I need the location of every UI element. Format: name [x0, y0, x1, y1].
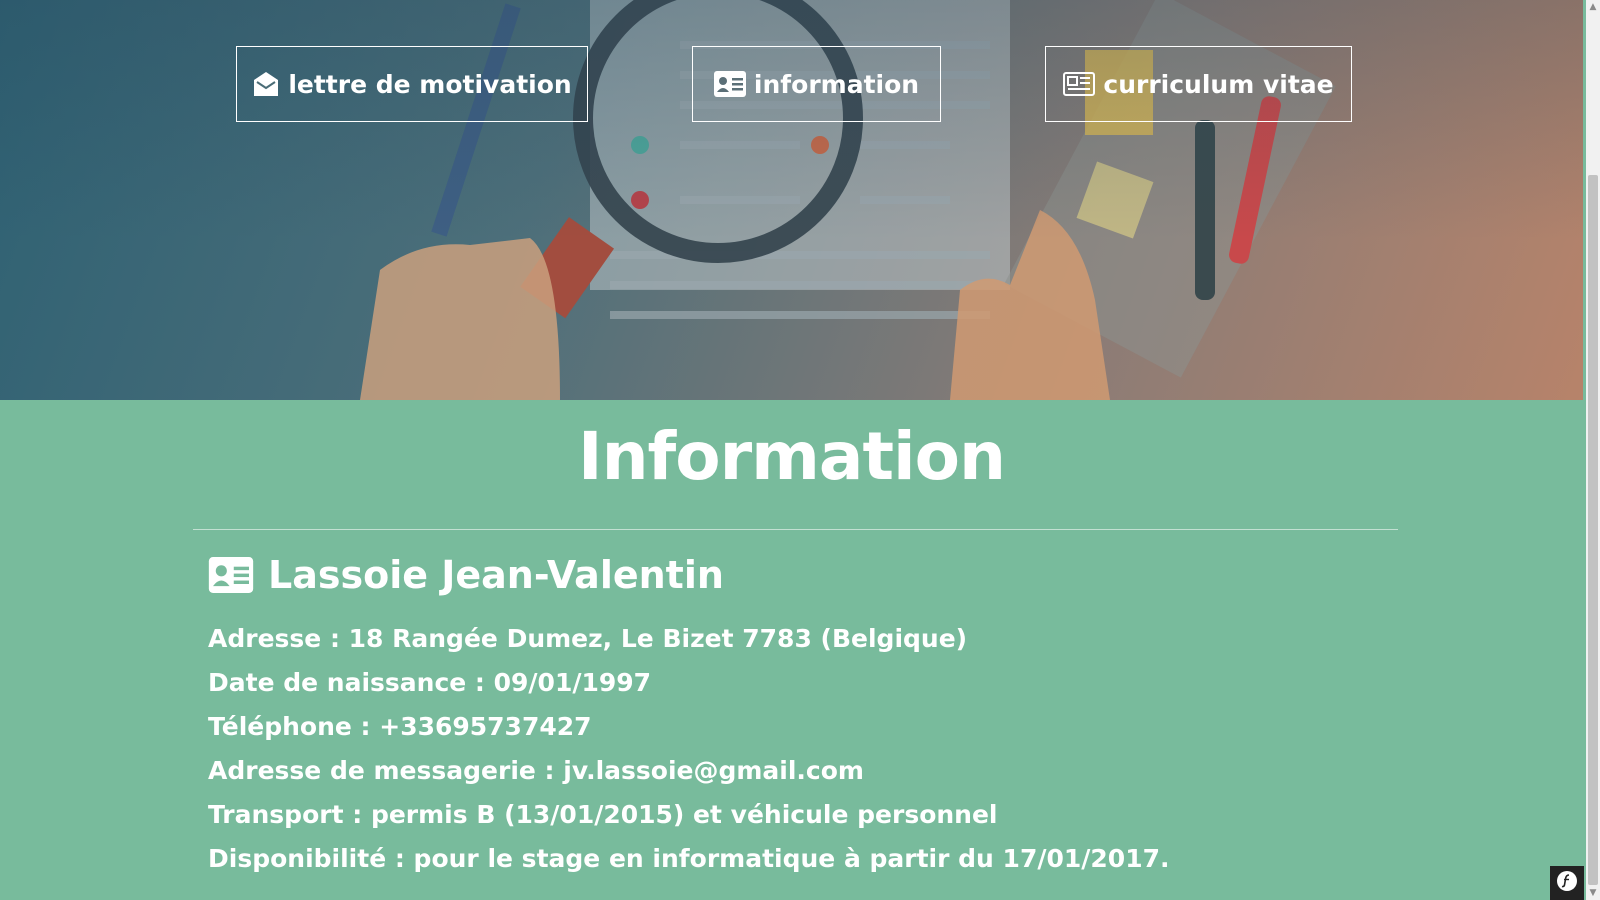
scroll-up-icon[interactable]: ▲ — [1586, 0, 1600, 14]
id-card-icon — [713, 71, 746, 97]
information-button[interactable]: information — [692, 46, 941, 122]
detail-email: Adresse de messagerie : jv.lassoie@gmail… — [208, 756, 864, 785]
information-label: information — [753, 69, 920, 99]
symfony-icon — [1556, 870, 1578, 896]
curriculum-vitae-button[interactable]: curriculum vitae — [1045, 46, 1352, 122]
page-title: Information — [578, 418, 1006, 495]
detail-phone: Téléphone : +33695737427 — [208, 712, 592, 741]
person-heading: Lassoie Jean-Valentin — [208, 553, 724, 597]
vertical-scrollbar[interactable]: ▲ ▼ — [1586, 0, 1600, 900]
lettre-label: lettre de motivation — [288, 69, 572, 99]
detail-birthdate: Date de naissance : 09/01/1997 — [208, 668, 652, 697]
hero-banner: lettre de motivation information curricu… — [0, 0, 1583, 400]
envelope-open-icon — [252, 70, 280, 98]
detail-availability: Disponibilité : pour le stage en informa… — [208, 844, 1170, 873]
section-divider — [193, 529, 1398, 530]
detail-address: Adresse : 18 Rangée Dumez, Le Bizet 7783… — [208, 624, 968, 653]
lettre-de-motivation-button[interactable]: lettre de motivation — [236, 46, 588, 122]
person-name: Lassoie Jean-Valentin — [268, 553, 724, 597]
symfony-toolbar-button[interactable] — [1550, 866, 1584, 900]
curriculum-vitae-label: curriculum vitae — [1103, 69, 1334, 99]
detail-transport: Transport : permis B (13/01/2015) et véh… — [208, 800, 998, 829]
scroll-thumb[interactable] — [1588, 175, 1598, 885]
newspaper-icon — [1063, 72, 1096, 96]
scroll-down-icon[interactable]: ▼ — [1586, 886, 1600, 900]
id-card-icon — [208, 557, 254, 593]
details-list: Adresse : 18 Rangée Dumez, Le Bizet 7783… — [208, 617, 1169, 881]
